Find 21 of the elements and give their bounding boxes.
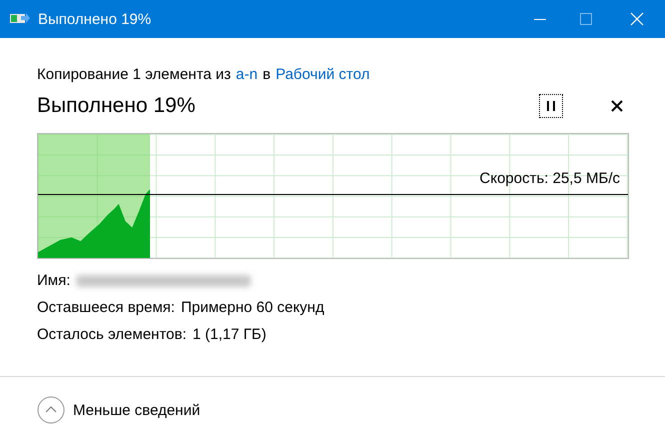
window-title: Выполнено 19%: [38, 10, 152, 28]
minimize-icon: [534, 18, 546, 20]
pause-icon: [547, 101, 555, 111]
progress-heading: Выполнено 19%: [37, 94, 196, 118]
detail-value: Примерно 60 секунд: [180, 299, 324, 316]
speed-label: Скорость: 25,5 МБ/с: [480, 170, 620, 187]
pause-button[interactable]: [539, 94, 563, 118]
copy-description: в: [262, 66, 271, 83]
copy-icon: [10, 12, 30, 26]
chevron-circle-icon: [37, 396, 65, 424]
folder-link[interactable]: Рабочий стол: [276, 66, 370, 83]
maximize-icon: [580, 13, 592, 25]
detail-label: Имя:: [37, 272, 70, 289]
copy-description: Копирование 1 элемента из: [37, 66, 231, 83]
close-icon: [611, 100, 623, 112]
detail-label: Осталось элементов:: [37, 326, 186, 343]
close-icon: [630, 12, 644, 26]
details-toggle[interactable]: Меньше сведений: [37, 396, 200, 424]
detail-value: 1 (1,17 ГБ): [192, 326, 266, 343]
folder-link[interactable]: a-n: [236, 66, 258, 83]
detail-label: Оставшееся время:: [37, 299, 175, 316]
